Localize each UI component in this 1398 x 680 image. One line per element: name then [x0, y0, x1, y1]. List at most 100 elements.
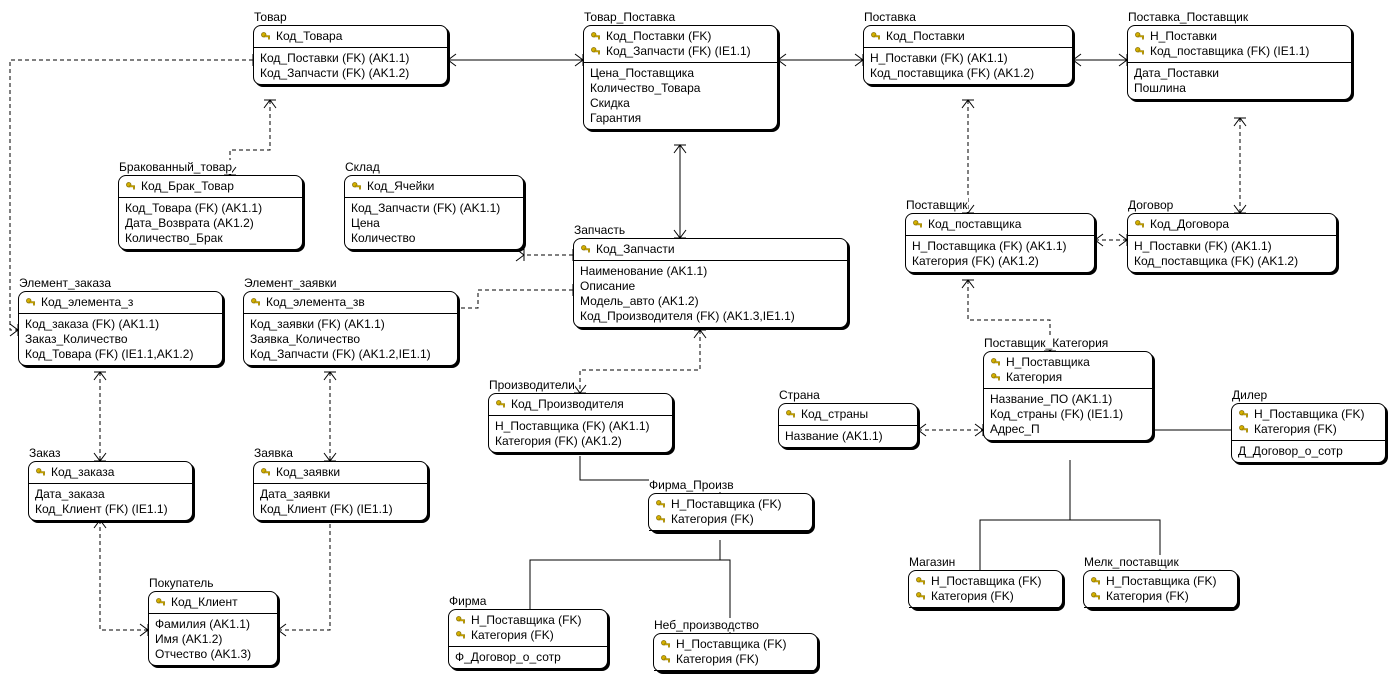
entity-title: Товар_Поставка: [584, 10, 675, 24]
entity-title: Товар: [254, 10, 287, 24]
attribute-text: Количество_Товара: [590, 81, 700, 96]
attribute-text: Код_поставщика: [928, 217, 1021, 232]
attribute: Код_заявки (FK) (AK1.1): [250, 317, 451, 332]
pk-attribute: Код_Поставки (FK): [590, 29, 771, 44]
pk-attribute: Категория (FK): [1090, 589, 1231, 604]
crowfoot-icon: [448, 54, 456, 66]
attribute: Заказ_Количество: [25, 332, 216, 347]
attribute-text: Код_заказа: [51, 465, 114, 480]
entity-postavka_postavshik: Поставка_ПоставщикН_ПоставкиКод_поставщи…: [1127, 25, 1352, 100]
attribute: Код_страны (FK) (IE1.1): [990, 407, 1146, 422]
pk-attribute: Категория (FK): [915, 589, 1056, 604]
pk-section: Н_Поставщика (FK)Категория (FK): [654, 634, 817, 671]
entity-title: Страна: [779, 388, 820, 402]
pk-section: Н_ПоставщикаКатегория: [984, 352, 1152, 389]
pk-attribute: Код_Ячейки: [351, 179, 517, 194]
attr-section: Фамилия (AK1.1)Имя (AK1.2)Отчество (AK1.…: [149, 614, 277, 665]
pk-section: Н_Поставщика (FK)Категория (FK): [649, 494, 812, 531]
attribute: Н_Поставщика (FK) (AK1.1): [912, 239, 1088, 254]
key-icon: [260, 31, 272, 43]
entity-title: Дилер: [1232, 388, 1267, 402]
key-icon: [155, 597, 167, 609]
key-icon: [260, 467, 272, 479]
attribute-text: Отчество (AK1.3): [155, 647, 251, 662]
attribute: Цена: [351, 216, 517, 231]
pk-section: Н_Поставщика (FK)Категория (FK): [449, 610, 607, 647]
pk-attribute: Код_Запчасти (FK) (IE1.1): [590, 44, 771, 59]
pk-section: Код_Производителя: [489, 394, 672, 416]
attribute: Дата_Возврата (AK1.2): [125, 216, 296, 231]
entity-title: Мелк_поставщик: [1084, 555, 1179, 569]
pk-section: Н_ПоставкиКод_поставщика (FK) (IE1.1): [1128, 26, 1351, 63]
pk-attribute: Код_Производителя: [495, 397, 666, 412]
attribute-text: Код_Брак_Товар: [141, 179, 234, 194]
key-icon: [351, 181, 363, 193]
attribute-text: Н_Поставщика (FK): [671, 497, 781, 512]
entity-title: Поставщик: [906, 198, 968, 212]
attribute-text: Категория: [1006, 370, 1062, 385]
pk-section: Код_Ячейки: [345, 176, 523, 198]
key-icon: [915, 576, 927, 588]
pk-attribute: Н_Поставщика (FK): [660, 637, 811, 652]
relationship-line: [530, 540, 720, 609]
attribute: Фамилия (AK1.1): [155, 617, 271, 632]
entity-title: Элемент_заявки: [244, 276, 337, 290]
pk-section: Код_Поставки: [864, 26, 1072, 48]
pk-section: Код_Запчасти: [574, 239, 847, 261]
entity-title: Поставщик_Категория: [984, 336, 1108, 350]
key-icon: [870, 31, 882, 43]
attribute-text: Код_заказа (FK) (AK1.1): [25, 317, 159, 332]
crowfoot-icon: [778, 54, 786, 66]
attribute-text: Код_заявки: [276, 465, 340, 480]
attribute: Код_Запчасти (FK) (AK1.2,IE1.1): [250, 347, 451, 362]
attribute-text: Описание: [580, 279, 635, 294]
attr-section: Д_Договор_о_сотр: [1232, 441, 1385, 462]
key-icon: [580, 244, 592, 256]
crowfoot-icon: [574, 385, 586, 393]
attribute-text: Код_Клиент (FK) (IE1.1): [35, 502, 168, 517]
key-icon: [1134, 31, 1146, 43]
attribute-text: Код_Поставки (FK) (AK1.1): [260, 51, 409, 66]
pk-attribute: Н_Поставщика (FK): [1090, 574, 1231, 589]
attribute-text: Код_Производителя: [511, 397, 624, 412]
attribute-text: Н_Поставщика (FK) (AK1.1): [495, 419, 650, 434]
attribute-text: Фамилия (AK1.1): [155, 617, 250, 632]
attribute: Код_Запчасти (FK) (AK1.1): [351, 201, 517, 216]
attribute-text: Пошлина: [1134, 81, 1186, 96]
crowfoot-icon: [918, 424, 926, 436]
attr-section: Код_Запчасти (FK) (AK1.1)ЦенаКоличество: [345, 198, 523, 249]
entity-title: Бракованный_товар: [119, 160, 232, 174]
attr-section: Н_Поставщика (FK) (AK1.1)Категория (FK) …: [906, 236, 1094, 272]
key-icon: [455, 630, 467, 642]
entity-zakaz: ЗаказКод_заказаДата_заказаКод_Клиент (FK…: [28, 461, 193, 521]
attribute-text: Имя (AK1.2): [155, 632, 222, 647]
attribute-text: Н_Поставщика (FK): [471, 613, 581, 628]
key-icon: [250, 297, 262, 309]
relationship-line: [100, 520, 148, 630]
attr-section: Код_заявки (FK) (AK1.1)Заявка_Количество…: [244, 314, 457, 365]
relationship-line: [230, 100, 270, 175]
attribute: Количество: [351, 231, 517, 246]
crowfoot-icon: [855, 54, 863, 66]
attribute-text: Код_Клиент (FK) (IE1.1): [260, 502, 393, 517]
attribute: Описание: [580, 279, 841, 294]
key-icon: [1134, 46, 1146, 58]
attribute-text: Категория (FK): [471, 628, 554, 643]
attribute-text: Код_заявки (FK) (AK1.1): [250, 317, 385, 332]
crowfoot-icon: [1119, 54, 1127, 66]
attribute: Наименование (AK1.1): [580, 264, 841, 279]
attribute-text: Наименование (AK1.1): [580, 264, 707, 279]
crowfoot-icon: [516, 249, 524, 261]
attribute: Код_Поставки (FK) (AK1.1): [260, 51, 441, 66]
crowfoot-icon: [94, 372, 106, 380]
attribute: Дата_Поставки: [1134, 66, 1345, 81]
pk-section: Код_заказа: [29, 462, 192, 484]
entity-title: Заявка: [254, 446, 293, 460]
relationship-line: [458, 290, 573, 308]
pk-attribute: Код_Договора: [1134, 217, 1330, 232]
attribute-text: Н_Поставки (FK) (AK1.1): [1134, 239, 1272, 254]
attribute-text: Код_элемента_зв: [266, 295, 365, 310]
pk-attribute: Код_Поставки: [870, 29, 1066, 44]
attribute-text: Дата_заказа: [35, 487, 105, 502]
attribute: Код_Производителя (FK) (AK1.3,IE1.1): [580, 309, 841, 324]
